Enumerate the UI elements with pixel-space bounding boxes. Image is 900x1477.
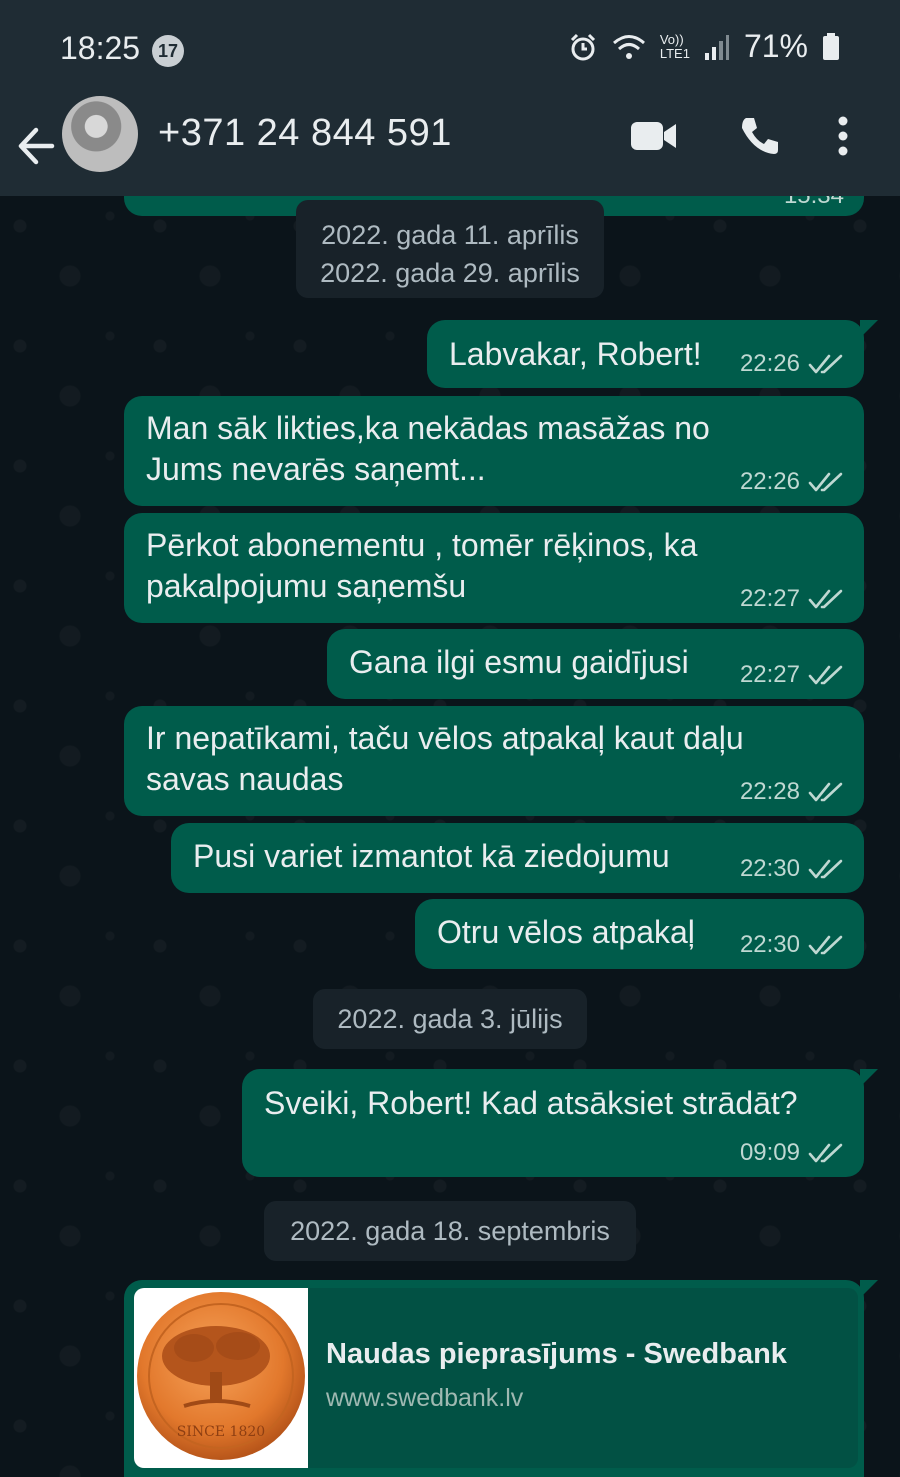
- swedbank-coin-logo: SINCE 1820: [137, 1292, 305, 1460]
- logo-text: SINCE 1820: [177, 1424, 265, 1440]
- signal-icon: [704, 34, 729, 60]
- message-bubble[interactable]: Otru vēlos atpakaļ 22:30: [415, 899, 864, 969]
- link-preview-card[interactable]: SINCE 1820 Naudas pieprasījums - Swedban…: [134, 1288, 858, 1468]
- double-check-icon: [808, 1143, 843, 1163]
- message-time: 09:09: [739, 1139, 800, 1166]
- link-preview-bubble[interactable]: SINCE 1820 Naudas pieprasījums - Swedban…: [124, 1280, 878, 1477]
- message-bubble[interactable]: Gana ilgi esmu gaidījusi 22:27: [327, 629, 864, 699]
- swedbank-logo-thumbnail: SINCE 1820: [134, 1288, 308, 1468]
- battery-icon: [823, 32, 839, 60]
- message-text: Man sāk likties,ka nekādas masāžas no Ju…: [146, 410, 710, 487]
- link-preview-title: Naudas pieprasījums - Swedbank: [326, 1338, 787, 1370]
- back-arrow-icon[interactable]: [16, 116, 60, 176]
- message-meta: 22:26: [740, 350, 844, 378]
- message-meta: 22:30: [740, 931, 844, 959]
- bubble-tail: [860, 1280, 878, 1298]
- voice-call-icon[interactable]: [738, 114, 782, 158]
- status-bar: 18:25 17 Vo)) LTE1 71%: [0, 0, 900, 96]
- message-time: 22:30: [739, 855, 800, 882]
- battery-percent: 71%: [743, 28, 808, 64]
- double-check-icon: [808, 472, 843, 492]
- alarm-icon: [570, 33, 595, 60]
- volte-label: Vo)): [659, 31, 684, 47]
- date-chip: 2022. gada 11. aprīlis 2022. gada 29. ap…: [296, 200, 604, 298]
- message-meta: 22:28: [740, 778, 844, 806]
- contact-avatar[interactable]: [62, 96, 138, 172]
- message-meta: 22:27: [740, 661, 844, 689]
- message-time: 22:26: [739, 468, 800, 495]
- contact-name[interactable]: +371 24 844 591: [158, 112, 452, 155]
- date-chip-text: 2022. gada 3. jūlijs: [337, 1004, 563, 1034]
- message-meta: 22:27: [740, 585, 844, 613]
- double-check-icon: [808, 782, 843, 802]
- chat-area[interactable]: 15:34 2022. gada 11. aprīlis 2022. gada …: [0, 196, 900, 1477]
- double-check-icon: [808, 354, 843, 374]
- date-chip: 2022. gada 3. jūlijs: [313, 989, 587, 1049]
- more-options-icon[interactable]: [836, 116, 850, 156]
- chat-header: +371 24 844 591: [0, 96, 900, 196]
- bubble-tail: [860, 320, 878, 338]
- double-check-icon: [808, 859, 843, 879]
- double-check-icon: [808, 935, 843, 955]
- volte-lte-icon: Vo)) LTE1: [659, 31, 690, 61]
- message-time: 22:28: [739, 778, 800, 805]
- message-text: Pērkot abonementu , tomēr rēķinos, ka pa…: [146, 527, 698, 604]
- message-time: 22:30: [739, 931, 800, 958]
- date-chip-text: 2022. gada 29. aprīlis: [320, 258, 580, 288]
- message-time: 15:34: [784, 196, 844, 210]
- lte-label: LTE1: [659, 45, 690, 61]
- message-time: 22:27: [739, 585, 800, 612]
- message-bubble[interactable]: Ir nepatīkami, taču vēlos atpakaļ kaut d…: [124, 706, 864, 816]
- double-check-icon: [808, 665, 843, 685]
- message-meta: 22:30: [740, 855, 844, 883]
- message-time: 22:27: [739, 661, 800, 688]
- message-bubble[interactable]: Labvakar, Robert! 22:26: [427, 320, 878, 388]
- double-check-icon: [808, 589, 843, 609]
- bubble-tail: [860, 1069, 878, 1087]
- message-text: Ir nepatīkami, taču vēlos atpakaļ kaut d…: [146, 720, 744, 797]
- message-meta: 15:34: [784, 196, 844, 210]
- link-preview-url: www.swedbank.lv: [326, 1384, 524, 1412]
- wifi-icon: [612, 34, 645, 59]
- notification-count-badge: 17: [152, 35, 184, 67]
- video-call-icon[interactable]: [630, 120, 678, 152]
- message-bubble[interactable]: Man sāk likties,ka nekādas masāžas no Ju…: [124, 396, 864, 506]
- message-bubble[interactable]: Sveiki, Robert! Kad atsāksiet strādāt? 0…: [242, 1069, 878, 1177]
- date-chip: 2022. gada 18. septembris: [264, 1201, 636, 1261]
- message-meta: 22:26: [740, 468, 844, 496]
- message-text: Sveiki, Robert! Kad atsāksiet strādāt?: [264, 1085, 798, 1121]
- message-bubble[interactable]: Pusi variet izmantot kā ziedojumu 22:30: [171, 823, 864, 893]
- message-bubble[interactable]: Pērkot abonementu , tomēr rēķinos, ka pa…: [124, 513, 864, 623]
- status-time: 18:25: [60, 30, 141, 66]
- date-chip-text: 2022. gada 11. aprīlis: [321, 220, 579, 250]
- message-time: 22:26: [739, 350, 800, 377]
- date-chip-text: 2022. gada 18. septembris: [290, 1216, 610, 1246]
- status-icons: Vo)) LTE1 71%: [568, 28, 840, 65]
- message-meta: 09:09: [740, 1139, 844, 1167]
